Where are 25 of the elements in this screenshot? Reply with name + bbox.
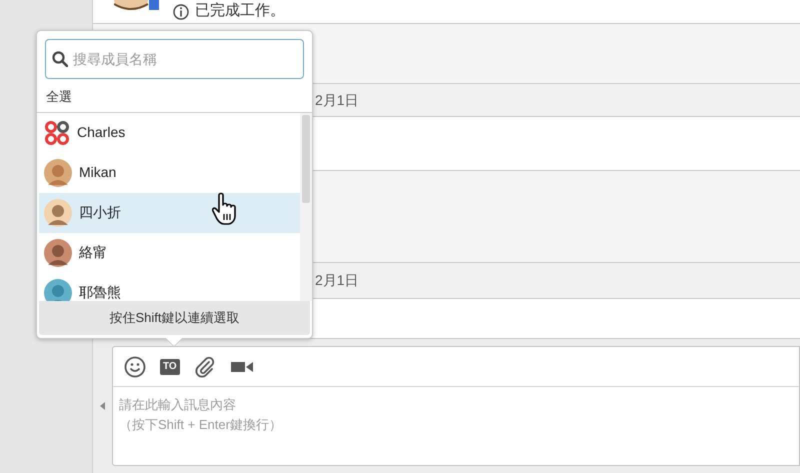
mention-button[interactable]: TO [160,358,180,374]
placeholder-text: 請在此輸入訊息內容 [119,396,236,414]
member-item[interactable]: 絡甯 [39,232,300,272]
member-item[interactable]: Mikan [39,152,300,192]
date-label: 2月1日 [315,271,359,290]
member-item[interactable]: Charles [39,112,300,152]
emoji-button[interactable] [124,356,146,378]
avatar-icon [44,158,72,186]
info-icon [173,4,189,20]
flower-logo-icon [44,120,70,146]
search-field[interactable]: 搜尋成員名稱 [45,39,304,79]
avatar-icon [44,278,72,301]
search-icon [52,51,68,67]
member-item[interactable]: 四小折 [39,192,300,232]
placeholder-text: （按下Shift + Enter鍵換行） [119,416,282,434]
system-message: 已完成工作。 [195,1,285,22]
date-label: 2月1日 [315,90,359,110]
select-all-link[interactable]: 全選 [37,79,312,112]
collapse-arrow-icon[interactable] [100,402,105,410]
scrollbar[interactable] [300,112,312,301]
member-item[interactable]: 耶魯熊 [39,272,300,301]
avatar-icon [44,198,72,226]
hint-text: 按住Shift鍵以連續選取 [39,301,310,335]
attach-button[interactable] [194,356,216,378]
avatar-icon [44,238,72,266]
